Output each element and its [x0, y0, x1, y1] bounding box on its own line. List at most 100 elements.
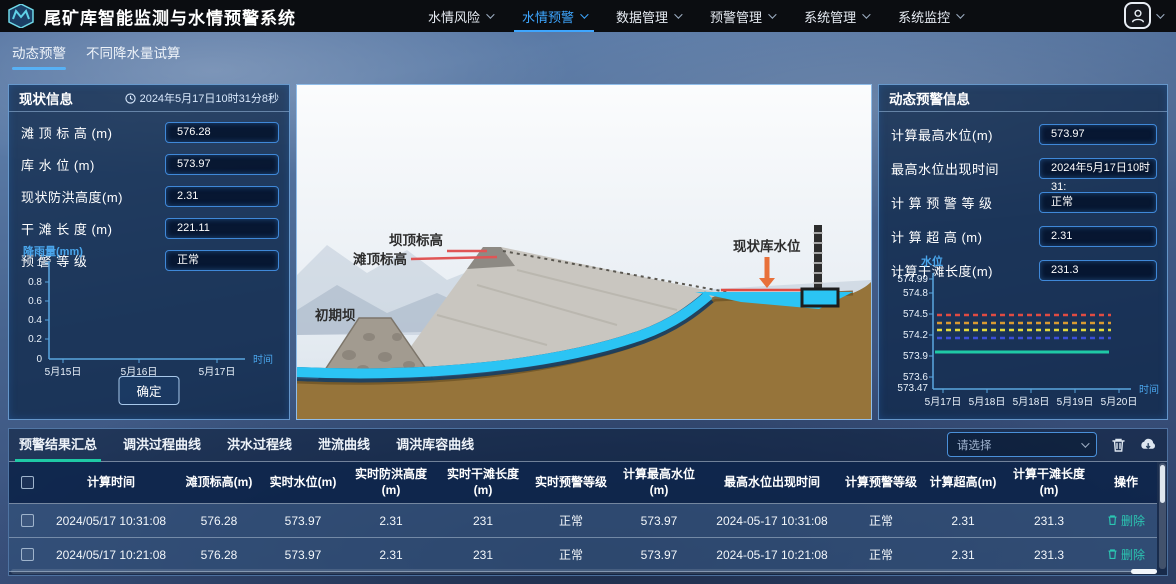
- tab-discharge-curve[interactable]: 泄流曲线: [318, 434, 370, 461]
- field-label: 库 水 位 (m): [21, 155, 95, 174]
- select-all-checkbox[interactable]: [21, 476, 34, 489]
- nav-item-warning-management[interactable]: 预警管理: [710, 0, 774, 32]
- table-header-row: 计算时间 滩顶标高(m) 实时水位(m) 实时防洪高度(m) 实时干滩长度(m)…: [9, 462, 1157, 504]
- tab-flood-hydrograph[interactable]: 洪水过程线: [227, 434, 292, 461]
- calc-warning-level-input[interactable]: 正常: [1039, 192, 1157, 213]
- field-label: 计 算 预 警 等 级: [891, 193, 993, 212]
- svg-text:574.8: 574.8: [903, 288, 928, 299]
- water-level-chart: 574.99 574.8 574.5 574.2 573.9 573.6 573…: [881, 265, 1167, 417]
- svg-text:0.8: 0.8: [28, 277, 42, 288]
- beach-top-elevation-input[interactable]: 576.28: [165, 122, 279, 143]
- tab-storage-capacity-curve[interactable]: 调洪库容曲线: [396, 434, 474, 461]
- nav-item-water-risk[interactable]: 水情风险: [428, 0, 492, 32]
- svg-text:573.47: 573.47: [897, 383, 928, 394]
- results-tabs-bar: 预警结果汇总 调洪过程曲线 洪水过程线 泄流曲线 调洪库容曲线 请选择: [9, 429, 1167, 462]
- reservoir-level-input[interactable]: 573.97: [165, 154, 279, 175]
- results-section: 预警结果汇总 调洪过程曲线 洪水过程线 泄流曲线 调洪库容曲线 请选择: [8, 428, 1168, 576]
- chevron-down-icon: [580, 10, 588, 18]
- flood-control-height-input[interactable]: 2.31: [165, 186, 279, 207]
- tab-flood-routing-curve[interactable]: 调洪过程曲线: [123, 434, 201, 461]
- delete-selected-button[interactable]: [1109, 436, 1127, 454]
- dam-diagram: 坝顶标高 滩顶标高 初期坝 现状库水位: [297, 85, 871, 419]
- beach-top-label: 滩顶标高: [353, 251, 407, 267]
- svg-text:5月15日: 5月15日: [45, 366, 82, 378]
- chevron-down-icon: [768, 10, 776, 18]
- chevron-down-icon: [862, 10, 870, 18]
- calc-freeboard-input[interactable]: 2.31: [1039, 226, 1157, 247]
- initial-dam-label: 初期坝: [315, 307, 356, 323]
- delete-row-button[interactable]: 删除: [1107, 546, 1145, 563]
- svg-text:5月20日: 5月20日: [1101, 396, 1138, 408]
- svg-text:时间: 时间: [253, 353, 273, 366]
- svg-text:时间: 时间: [1139, 383, 1159, 396]
- table-row: 2024/05/17 10:31:08 576.28 573.97 2.31 2…: [9, 504, 1157, 538]
- svg-text:1: 1: [36, 258, 42, 269]
- clock-icon: [125, 93, 136, 104]
- svg-text:574.2: 574.2: [903, 330, 928, 341]
- nav-item-system-monitor[interactable]: 系统监控: [898, 0, 962, 32]
- results-table: 计算时间 滩顶标高(m) 实时水位(m) 实时防洪高度(m) 实时干滩长度(m)…: [9, 462, 1157, 572]
- svg-text:574.99: 574.99: [897, 274, 928, 285]
- dam-crest-label: 坝顶标高: [389, 232, 443, 248]
- svg-text:573.9: 573.9: [903, 351, 928, 362]
- warning-info-header: 动态预警信息: [879, 85, 1167, 112]
- chevron-down-icon: [674, 10, 682, 18]
- main-nav: 水情风险 水情预警 数据管理 预警管理 系统管理 系统监控: [428, 0, 962, 32]
- current-info-header: 现状信息 2024年5月17日10时31分8秒: [9, 85, 289, 112]
- nav-item-water-warning[interactable]: 水情预警: [522, 0, 586, 32]
- chevron-down-icon: [486, 10, 494, 18]
- svg-text:5月19日: 5月19日: [1057, 396, 1094, 408]
- chevron-down-icon: [1081, 439, 1089, 447]
- tab-rainfall-trial[interactable]: 不同降水量试算: [86, 42, 181, 70]
- tab-dynamic-warning[interactable]: 动态预警: [12, 42, 66, 70]
- top-navbar: 尾矿库智能监测与水情预警系统 水情风险 水情预警 数据管理 预警管理 系统管理 …: [0, 0, 1176, 32]
- warning-info-panel: 动态预警信息 计算最高水位(m) 573.97 最高水位出现时间 2024年5月17…: [878, 84, 1168, 420]
- svg-text:0.4: 0.4: [28, 315, 42, 326]
- svg-text:5月17日: 5月17日: [199, 366, 236, 378]
- row-checkbox[interactable]: [21, 514, 34, 527]
- panel-title: 动态预警信息: [889, 88, 970, 108]
- confirm-button[interactable]: 确定: [118, 376, 179, 405]
- current-level-label: 现状库水位: [733, 238, 801, 254]
- app-logo-icon: [8, 4, 34, 28]
- trash-icon: [1107, 514, 1118, 526]
- field-label: 滩 顶 标 高 (m): [21, 123, 112, 142]
- table-vertical-scrollbar[interactable]: [1159, 463, 1166, 569]
- table-horizontal-scrollbar[interactable]: [11, 569, 1157, 574]
- export-button[interactable]: [1139, 436, 1157, 454]
- filter-select[interactable]: 请选择: [947, 432, 1097, 457]
- nav-item-system-management[interactable]: 系统管理: [804, 0, 868, 32]
- svg-text:5月17日: 5月17日: [925, 396, 962, 408]
- field-label: 计算最高水位(m): [891, 125, 993, 144]
- trash-icon: [1107, 548, 1118, 560]
- row-checkbox[interactable]: [21, 548, 34, 561]
- user-menu[interactable]: [1124, 2, 1162, 29]
- field-label: 计 算 超 高 (m): [891, 227, 982, 246]
- dry-beach-length-input[interactable]: 221.11: [165, 218, 279, 239]
- page-tabs: 动态预警 不同降水量试算: [12, 42, 181, 70]
- trash-icon: [1111, 437, 1126, 453]
- max-level-time-input[interactable]: 2024年5月17日10时31:: [1039, 158, 1157, 179]
- field-label: 现状防洪高度(m): [21, 187, 123, 206]
- tab-warning-results-summary[interactable]: 预警结果汇总: [19, 434, 97, 461]
- cloud-download-icon: [1139, 437, 1157, 452]
- current-info-panel: 现状信息 2024年5月17日10时31分8秒 滩 顶 标 高 (m) 576.2…: [8, 84, 290, 420]
- svg-text:0: 0: [36, 354, 42, 365]
- avatar-icon: [1124, 2, 1151, 29]
- rainfall-chart: 1 0.8 0.6 0.4 0.2 0 5月15日 5月16日 5月17日 时间: [11, 255, 285, 381]
- max-level-input[interactable]: 573.97: [1039, 124, 1157, 145]
- svg-text:5月18日: 5月18日: [969, 396, 1006, 408]
- table-row: 2024/05/17 10:21:08 576.28 573.97 2.31 2…: [9, 538, 1157, 572]
- svg-text:5月18日: 5月18日: [1013, 396, 1050, 408]
- svg-text:574.5: 574.5: [903, 309, 928, 320]
- field-label: 最高水位出现时间: [891, 159, 999, 178]
- dam-diagram-panel: 坝顶标高 滩顶标高 初期坝 现状库水位: [296, 84, 872, 420]
- nav-item-data-management[interactable]: 数据管理: [616, 0, 680, 32]
- chevron-down-icon: [1156, 10, 1164, 18]
- field-label: 干 滩 长 度 (m): [21, 219, 112, 238]
- panel-title: 现状信息: [19, 88, 73, 108]
- svg-text:0.6: 0.6: [28, 296, 42, 307]
- app-title: 尾矿库智能监测与水情预警系统: [44, 4, 296, 29]
- delete-row-button[interactable]: 删除: [1107, 512, 1145, 529]
- dashboard: 尾矿库智能监测与水情预警系统 水情风险 水情预警 数据管理 预警管理 系统管理 …: [0, 0, 1176, 584]
